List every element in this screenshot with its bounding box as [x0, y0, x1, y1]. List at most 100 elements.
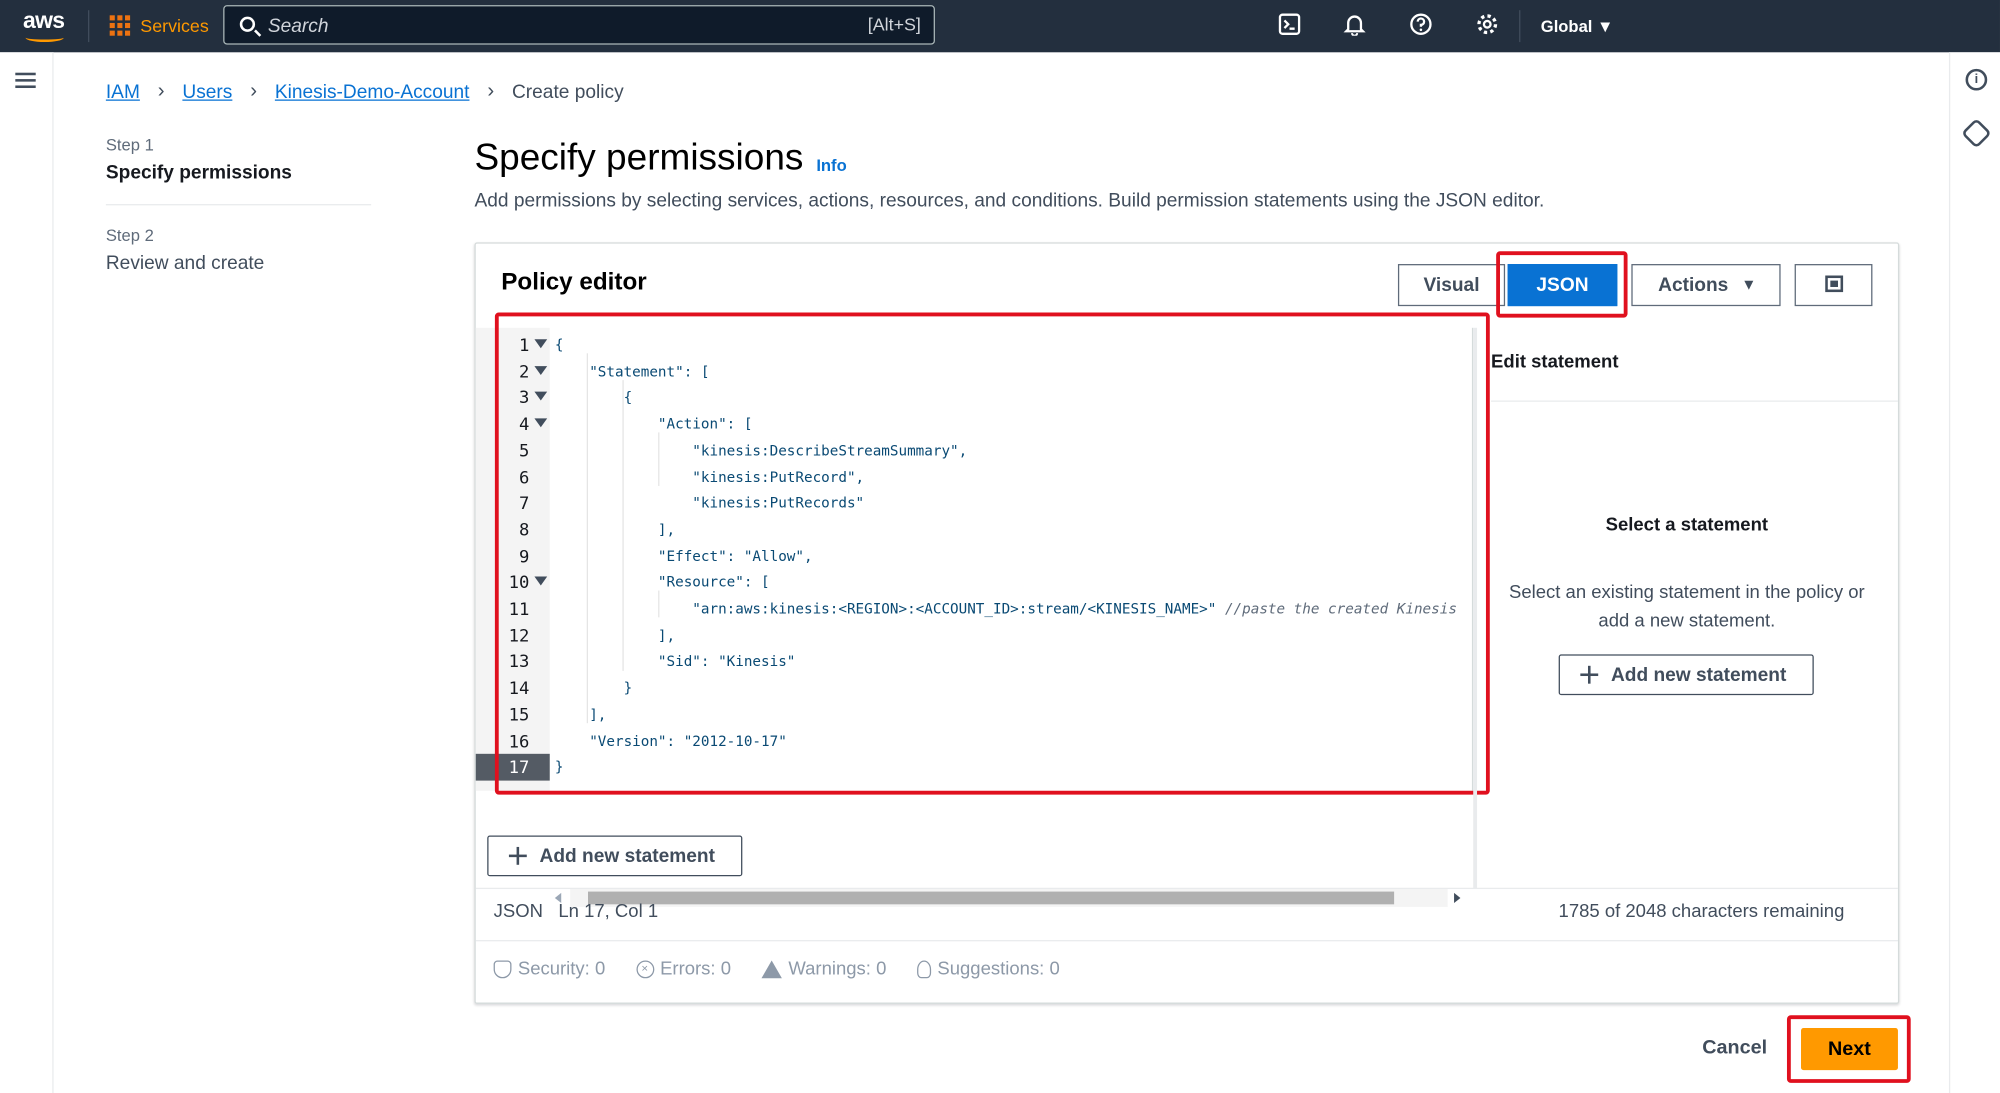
chevron-right-icon: ›: [250, 80, 258, 103]
fullscreen-button[interactable]: [1794, 264, 1873, 307]
line-number: 12: [476, 622, 550, 649]
line-number: 1: [476, 332, 550, 359]
code-text: "Action": [: [554, 415, 753, 433]
security-count[interactable]: Security: 0: [493, 959, 605, 980]
add-new-statement-button[interactable]: Add new statement: [487, 835, 743, 877]
code-line[interactable]: "Statement": [: [554, 358, 710, 385]
code-line[interactable]: "Effect": "Allow",: [555, 543, 813, 570]
menu-icon[interactable]: [15, 72, 36, 89]
code-line[interactable]: "Action": [: [555, 411, 753, 438]
code-text: }: [554, 679, 633, 697]
line-number-text: 4: [518, 414, 530, 436]
status-divider: [475, 887, 1898, 890]
code-line[interactable]: ],: [555, 701, 606, 728]
help-icon[interactable]: [1408, 13, 1434, 39]
scrollbar-track[interactable]: [570, 889, 1448, 907]
line-number-text: 12: [508, 625, 530, 647]
validation-summary: Security: 0 × Errors: 0 Warnings: 0 Sugge…: [493, 959, 1060, 980]
line-number-text: 2: [518, 361, 530, 383]
caret-down-icon: ▼: [1741, 275, 1757, 294]
fold-caret-icon[interactable]: [534, 365, 548, 375]
code-line[interactable]: "Version": "2012-10-17": [555, 728, 787, 755]
line-number: 11: [476, 596, 550, 623]
actions-dropdown[interactable]: Actions ▼: [1631, 264, 1781, 307]
line-number-text: 1: [518, 335, 530, 356]
code-text: ],: [554, 521, 676, 539]
breadcrumb-users[interactable]: Users: [182, 81, 232, 103]
feedback-icon[interactable]: [1961, 117, 1992, 149]
fold-caret-icon[interactable]: [534, 576, 548, 586]
code-line[interactable]: }: [554, 675, 633, 702]
chevron-right-icon: ›: [487, 80, 495, 103]
side-navigation-rail: [0, 52, 54, 1093]
code-text: ],: [554, 627, 676, 644]
policy-editor-card: Policy editor Visual JSON Actions ▼ 1 {2 "…: [474, 242, 1900, 1004]
caret-down-icon: ▼: [1597, 16, 1614, 36]
code-line[interactable]: "kinesis:DescribeStreamSummary",: [555, 437, 967, 464]
warning-icon: [761, 960, 783, 979]
line-number-text: 10: [508, 573, 530, 594]
plus-icon: [508, 846, 527, 865]
nav-divider: [88, 10, 90, 43]
code-text: }: [554, 759, 564, 776]
json-code-editor[interactable]: 1 {2 "Statement": [3 {4 "Action": [5 "kin…: [475, 327, 1474, 907]
scrollbar-thumb[interactable]: [588, 891, 1395, 905]
scroll-right-icon[interactable]: [1454, 892, 1461, 904]
lightbulb-icon: [916, 960, 932, 979]
code-text: {: [554, 336, 564, 354]
errors-count[interactable]: × Errors: 0: [635, 959, 731, 980]
warnings-count[interactable]: Warnings: 0: [761, 959, 886, 980]
code-line[interactable]: "kinesis:PutRecords": [555, 490, 864, 517]
line-number-text: 9: [518, 546, 530, 568]
code-line[interactable]: ],: [555, 516, 675, 543]
fold-caret-icon[interactable]: [534, 392, 548, 402]
line-number-text: 15: [508, 705, 530, 726]
page-title: Specify permissions: [474, 137, 804, 179]
breadcrumb-account[interactable]: Kinesis-Demo-Account: [275, 81, 470, 103]
policy-editor-title: Policy editor: [501, 269, 647, 296]
search-icon: [239, 16, 256, 32]
visual-tab[interactable]: Visual: [1397, 264, 1506, 307]
region-selector[interactable]: Global ▼: [1541, 17, 1614, 36]
suggestions-count[interactable]: Suggestions: 0: [916, 959, 1060, 980]
code-text: "Sid": "Kinesis": [554, 653, 796, 671]
code-line[interactable]: ],: [555, 622, 675, 649]
info-link[interactable]: Info: [816, 156, 846, 175]
cancel-button[interactable]: Cancel: [1681, 1031, 1788, 1067]
code-line[interactable]: }: [555, 754, 564, 781]
code-text: "Statement": [: [554, 363, 710, 380]
gear-icon[interactable]: [1474, 13, 1500, 39]
code-line[interactable]: "Sid": "Kinesis": [554, 648, 796, 675]
aws-logo-text: aws: [22, 7, 65, 34]
fold-caret-icon[interactable]: [534, 418, 548, 428]
horizontal-scrollbar[interactable]: [554, 889, 1461, 907]
services-grid-icon[interactable]: [109, 15, 131, 36]
services-menu[interactable]: Services: [140, 15, 208, 35]
search-input[interactable]: [267, 12, 779, 39]
select-statement-description: Select an existing statement in the poli…: [1508, 582, 1865, 632]
breadcrumb-iam[interactable]: IAM: [106, 81, 140, 103]
fold-caret-icon[interactable]: [534, 339, 548, 349]
cloudshell-icon[interactable]: [1277, 13, 1303, 39]
code-text: "kinesis:DescribeStreamSummary",: [554, 442, 968, 459]
shield-icon: [493, 960, 512, 979]
step-1: Step 1 Specify permissions: [106, 135, 371, 183]
suggestions-label: Suggestions: 0: [937, 959, 1060, 980]
line-number: 16: [476, 728, 550, 755]
code-line[interactable]: {: [555, 332, 564, 359]
json-tab[interactable]: JSON: [1507, 264, 1618, 307]
code-text: "kinesis:PutRecord",: [554, 468, 865, 486]
line-number-text: 3: [518, 388, 530, 409]
aws-logo[interactable]: aws: [23, 8, 66, 44]
code-line[interactable]: "arn:aws:kinesis:<REGION>:<ACCOUNT_ID>:s…: [555, 596, 1457, 623]
code-line[interactable]: "kinesis:PutRecord",: [555, 464, 864, 491]
code-line[interactable]: {: [555, 384, 633, 411]
info-icon[interactable]: i: [1965, 68, 1988, 91]
bell-icon[interactable]: [1342, 13, 1368, 39]
search-box[interactable]: [Alt+S]: [223, 5, 935, 45]
next-button[interactable]: Next: [1801, 1028, 1898, 1071]
code-text: "Effect": "Allow",: [554, 547, 813, 565]
line-number-text: 6: [518, 467, 530, 488]
side-add-new-statement-button[interactable]: Add new statement: [1558, 654, 1814, 696]
line-number: 8: [476, 516, 550, 543]
